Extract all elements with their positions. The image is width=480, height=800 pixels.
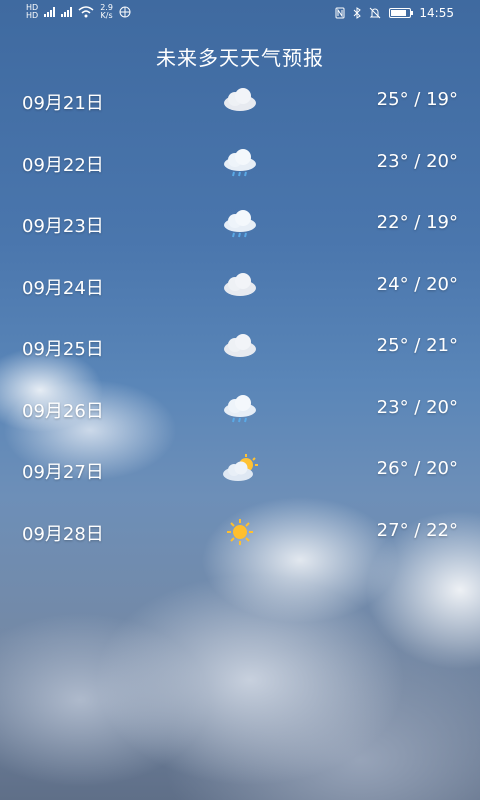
forecast-temp: 22° / 19° — [376, 212, 458, 233]
light-rain-icon — [224, 210, 256, 238]
forecast-date: 09月28日 — [22, 523, 104, 545]
forecast-date: 09月24日 — [22, 277, 104, 299]
page-title: 未来多天天气预报 — [156, 46, 324, 70]
forecast-row: 09月24日 24° / 20° — [0, 255, 480, 317]
forecast-temp: 25° / 21° — [376, 335, 458, 356]
wifi-icon — [78, 6, 94, 18]
forecast-list: 09月21日 25° / 19° 09月22日 23° / 20° 09月23日… — [0, 70, 480, 562]
forecast-temp: 23° / 20° — [376, 396, 458, 418]
bluetooth-icon — [354, 7, 362, 19]
forecast-date: 09月21日 — [22, 93, 104, 114]
net-speed: 2.9 K/s — [100, 4, 113, 20]
forecast-temp: 26° / 20° — [376, 458, 458, 479]
battery-icon — [389, 8, 414, 18]
forecast-row: 09月26日 23° / 20° — [0, 378, 480, 440]
light-rain-icon — [224, 148, 256, 176]
status-right: 14:55 — [335, 6, 454, 20]
net-speed-unit: K/s — [100, 11, 113, 20]
forecast-row: 09月23日 22° / 19° — [0, 193, 480, 255]
forecast-temp: 27° / 22° — [376, 519, 458, 541]
mute-icon — [370, 7, 381, 19]
forecast-date: 09月27日 — [22, 462, 104, 483]
nfc-icon — [335, 7, 345, 19]
forecast-row: 09月21日 25° / 19° — [0, 70, 480, 132]
forecast-temp: 24° / 20° — [376, 273, 458, 295]
status-left: HD HD 2.9 K/s — [26, 4, 131, 20]
signal-2-icon — [61, 7, 73, 17]
forecast-date: 09月25日 — [22, 339, 104, 360]
sim-hd-icon: HD HD — [26, 3, 39, 20]
cloudy-icon — [224, 88, 256, 111]
battery-fill — [391, 10, 407, 16]
forecast-row: 09月27日 26° / 20° — [0, 439, 480, 501]
forecast-row: 09月25日 25° / 21° — [0, 316, 480, 378]
forecast-row: 09月22日 23° / 20° — [0, 132, 480, 194]
signal-1-icon — [44, 7, 56, 17]
clock: 14:55 — [419, 6, 454, 20]
partly-cloudy-icon — [223, 454, 258, 481]
sunny-icon — [227, 518, 253, 545]
light-rain-icon — [224, 394, 256, 422]
cloudy-icon — [224, 334, 256, 357]
forecast-row: 09月28日 27° / 22° — [0, 501, 480, 563]
status-bar: HD HD 2.9 K/s 14:55 — [0, 0, 480, 28]
forecast-temp: 23° / 20° — [376, 150, 458, 172]
forecast-temp: 25° / 19° — [376, 89, 458, 110]
forecast-date: 09月22日 — [22, 154, 104, 176]
forecast-date: 09月26日 — [22, 400, 104, 422]
forecast-date: 09月23日 — [22, 216, 104, 237]
globe-icon — [119, 6, 131, 18]
cloudy-icon — [224, 272, 256, 296]
